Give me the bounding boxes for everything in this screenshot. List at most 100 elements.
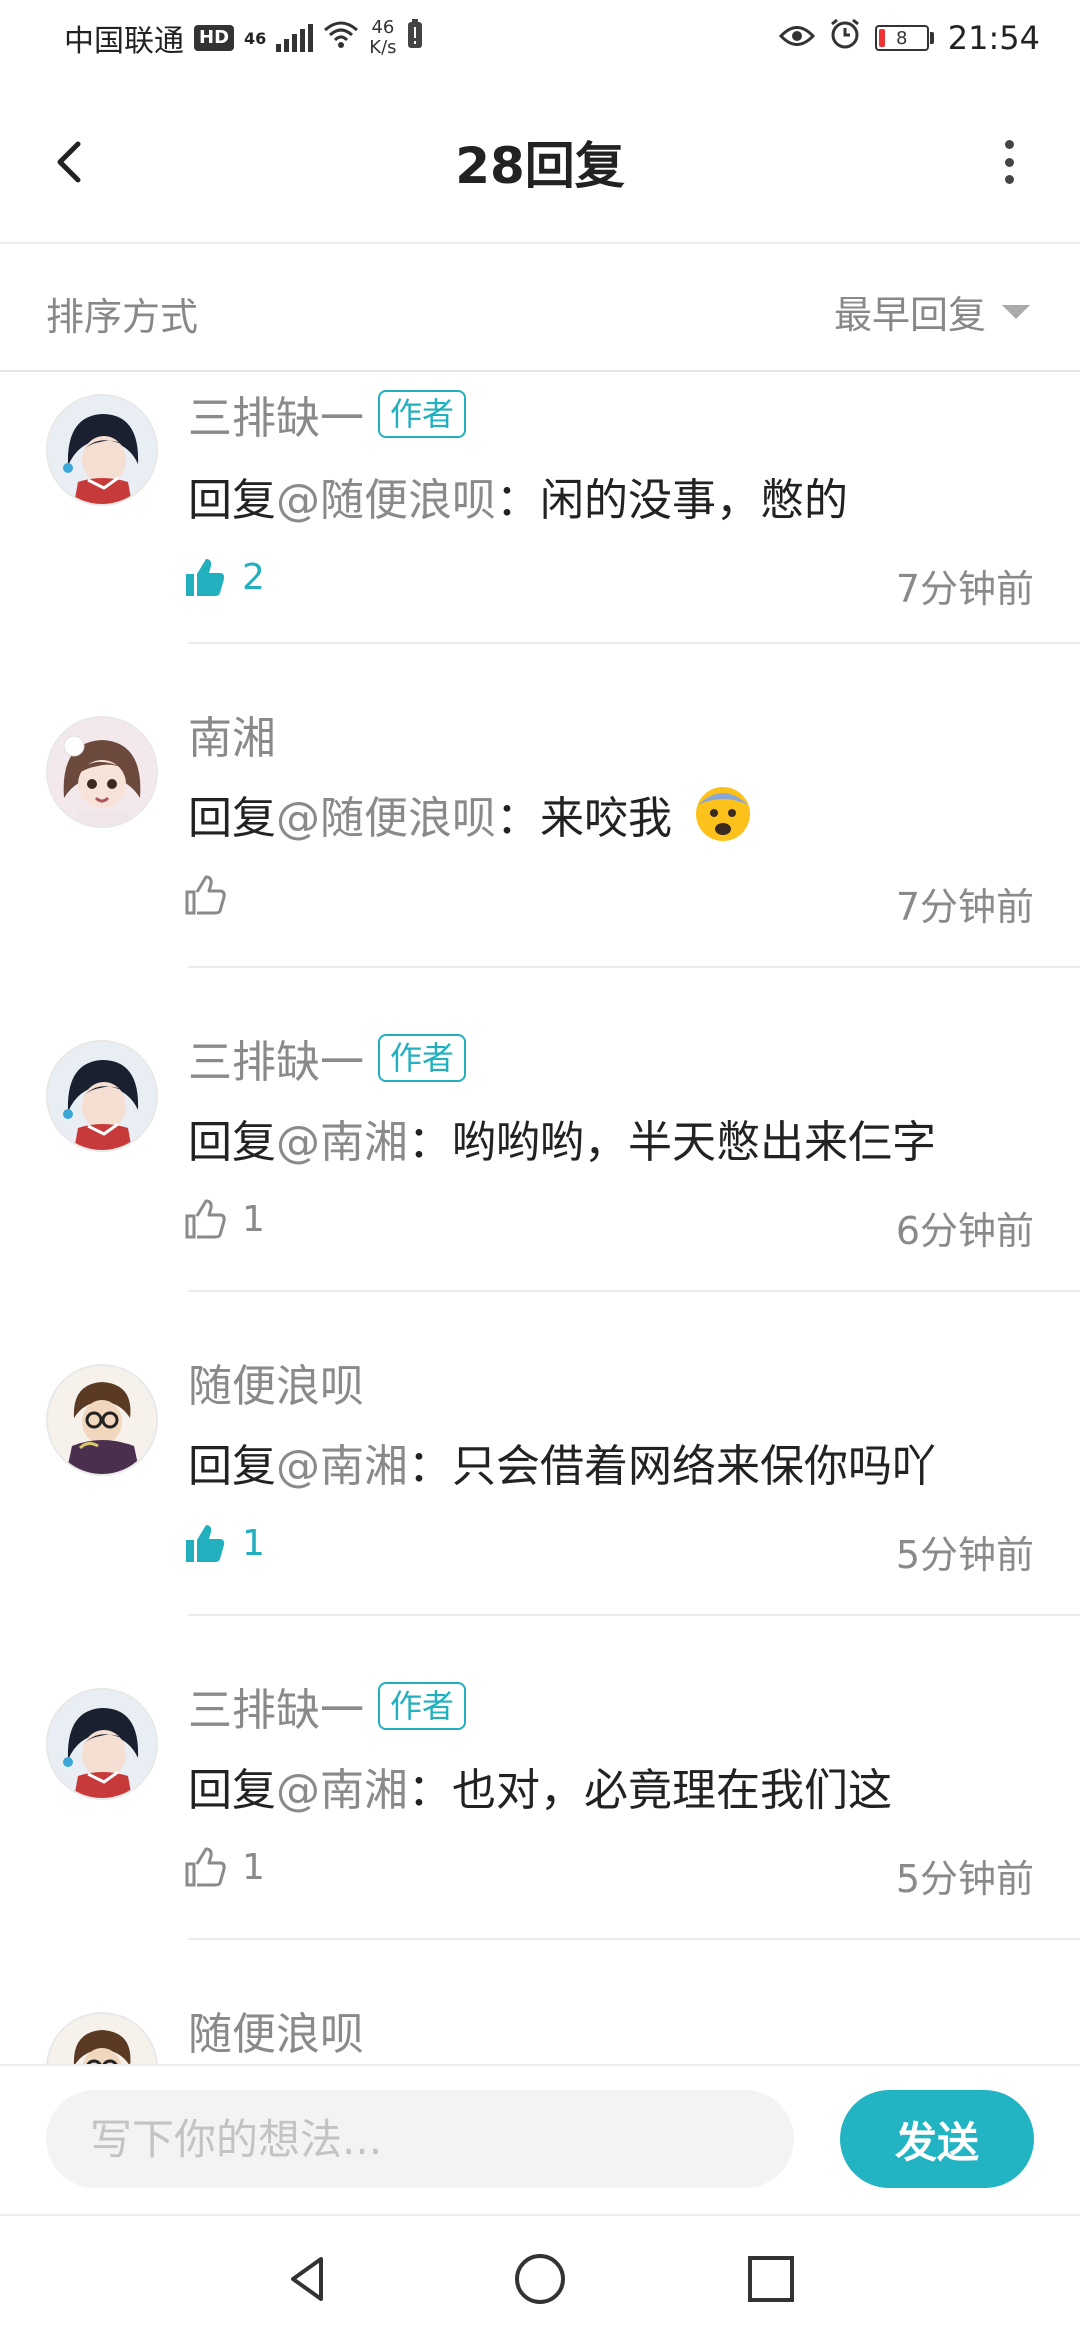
avatar[interactable] <box>46 2012 158 2064</box>
network-speed: 46 K/s <box>369 18 396 58</box>
thumbs-up-filled-icon <box>186 1525 225 1562</box>
reply-timestamp: 6分钟前 <box>895 1209 1034 1253</box>
reply-prefix: 回复 <box>188 793 276 844</box>
reply-text: ：哟哟哟，半天憋出来仨字 <box>408 1117 936 1168</box>
like-button[interactable]: 1 <box>182 1844 265 1890</box>
system-nav-bar <box>0 2214 1080 2340</box>
square-recents-icon <box>748 2256 794 2302</box>
reply-timestamp: 7分钟前 <box>895 567 1034 611</box>
avatar[interactable] <box>46 1040 158 1152</box>
reply-content[interactable]: 回复@南湘：哟哟哟，半天憋出来仨字 <box>188 1106 936 1170</box>
like-button[interactable]: 1 <box>182 1196 265 1242</box>
more-options-button[interactable] <box>994 132 1024 192</box>
reply-header: 随便浪呗 <box>188 1998 364 2062</box>
like-button[interactable]: 2 <box>182 554 265 600</box>
avatar[interactable] <box>46 394 158 506</box>
author-badge: 作者 <box>378 1034 467 1082</box>
reply-content[interactable]: 回复@随便浪呗：闲的没事，憋的 <box>188 464 848 528</box>
nav-back-button[interactable] <box>276 2246 342 2312</box>
reply-content[interactable]: 回复@随便浪呗：来咬我 <box>188 782 752 846</box>
author-name[interactable]: 南湘 <box>188 702 276 766</box>
battery-icon: 8 <box>874 25 934 51</box>
reply-prefix: 回复 <box>188 475 276 526</box>
reply-item: 南湘 回复@随便浪呗：来咬我 7分钟前 <box>0 644 1080 968</box>
avatar[interactable] <box>46 1688 158 1800</box>
speed-value: 46 <box>371 17 395 38</box>
like-count: 1 <box>242 1198 265 1240</box>
triangle-back-icon <box>291 2257 323 2301</box>
like-count: 2 <box>242 556 265 598</box>
thumbs-up-icon <box>185 875 226 915</box>
reply-header: 随便浪呗 <box>188 1350 364 1414</box>
status-left: 中国联通 HD 46 46 K/s <box>64 16 423 60</box>
author-name[interactable]: 三排缺一 <box>188 382 364 446</box>
author-name[interactable]: 三排缺一 <box>188 1674 364 1738</box>
reply-timestamp: 5分钟前 <box>895 1533 1034 1577</box>
network-type: 46 <box>244 28 267 48</box>
reply-header: 三排缺一 作者 <box>188 1674 467 1738</box>
mention-link[interactable]: @随便浪呗 <box>276 793 496 844</box>
reply-header: 南湘 <box>188 702 276 766</box>
thumbs-up-filled-icon <box>186 559 225 596</box>
reply-text: ：闲的没事，憋的 <box>496 475 848 526</box>
mention-link[interactable]: @随便浪呗 <box>276 475 496 526</box>
eye-icon <box>778 19 815 57</box>
thumbs-up-icon <box>185 1199 226 1239</box>
author-name[interactable]: 随便浪呗 <box>188 1350 364 1414</box>
mention-link[interactable]: @南湘 <box>276 1441 408 1492</box>
status-bar: 中国联通 HD 46 46 K/s 8 21:54 <box>0 0 1080 80</box>
reply-content[interactable]: 回复@南湘：只会借着网络来保你吗吖 <box>188 1430 936 1494</box>
thumbs-up-icon <box>185 1847 226 1887</box>
send-button[interactable]: 发送 <box>840 2090 1034 2188</box>
nav-home-button[interactable] <box>507 2246 573 2312</box>
top-app-bar: 28回复 <box>0 80 1080 244</box>
nav-recents-button[interactable] <box>738 2246 804 2312</box>
reply-text: ：只会借着网络来保你吗吖 <box>408 1441 936 1492</box>
reply-header: 三排缺一 作者 <box>188 382 467 446</box>
alarm-icon <box>829 18 861 58</box>
circle-home-icon <box>515 2254 565 2304</box>
reply-item: 三排缺一 作者 回复@南湘：也对，必竟理在我们这 1 5分钟前 <box>0 1616 1080 1940</box>
avatar[interactable] <box>46 1364 158 1476</box>
reply-content[interactable]: 回复@南湘：也对，必竟理在我们这 <box>188 1754 892 1818</box>
battery-level: 8 <box>896 27 908 49</box>
reply-prefix: 回复 <box>188 1441 276 1492</box>
mention-link[interactable]: @南湘 <box>276 1117 408 1168</box>
reply-text: ：也对，必竟理在我们这 <box>408 1765 892 1816</box>
reply-prefix: 回复 <box>188 1765 276 1816</box>
reply-timestamp: 5分钟前 <box>895 1857 1034 1901</box>
speed-unit: K/s <box>369 37 397 58</box>
reply-text: ：来咬我 <box>496 793 672 844</box>
reply-timestamp: 7分钟前 <box>895 885 1034 929</box>
carrier-label: 中国联通 <box>64 24 184 59</box>
clock-time: 21:54 <box>947 19 1040 57</box>
mention-link[interactable]: @南湘 <box>276 1765 408 1816</box>
status-right: 8 21:54 <box>778 18 1040 58</box>
reply-item: 随便浪呗 回复@南湘：只会借着网络来保你吗吖 1 5分钟前 <box>0 1292 1080 1616</box>
hd-badge: HD <box>194 25 235 51</box>
more-vertical-icon <box>1004 140 1014 149</box>
author-name[interactable]: 随便浪呗 <box>188 1998 364 2062</box>
author-name[interactable]: 三排缺一 <box>188 1026 364 1090</box>
sort-label: 排序方式 <box>46 295 199 339</box>
like-button[interactable]: 1 <box>182 1520 265 1566</box>
sort-selected-value: 最早回复 <box>833 293 986 337</box>
comment-input[interactable] <box>46 2090 794 2188</box>
fearful-face-emoji <box>696 787 750 841</box>
like-button[interactable] <box>182 872 242 918</box>
like-count: 1 <box>242 1846 265 1888</box>
comment-input-bar: 发送 <box>0 2064 1080 2214</box>
alert-icon <box>407 19 423 57</box>
author-badge: 作者 <box>378 390 467 438</box>
wifi-icon <box>323 20 359 56</box>
sort-bar: 排序方式 最早回复 <box>0 244 1080 372</box>
author-badge: 作者 <box>378 1682 467 1730</box>
caret-down-icon <box>1002 304 1030 319</box>
reply-header: 三排缺一 作者 <box>188 1026 467 1090</box>
signal-icon <box>276 24 314 52</box>
sort-dropdown[interactable]: 最早回复 <box>834 284 1030 339</box>
reply-item: 随便浪呗 <box>0 1940 1080 2064</box>
avatar[interactable] <box>46 716 158 828</box>
reply-list[interactable]: 三排缺一 作者 回复@随便浪呗：闲的没事，憋的 2 7分钟前 南湘 回复@随便浪… <box>0 372 1080 2064</box>
page-title: 28回复 <box>455 137 625 195</box>
